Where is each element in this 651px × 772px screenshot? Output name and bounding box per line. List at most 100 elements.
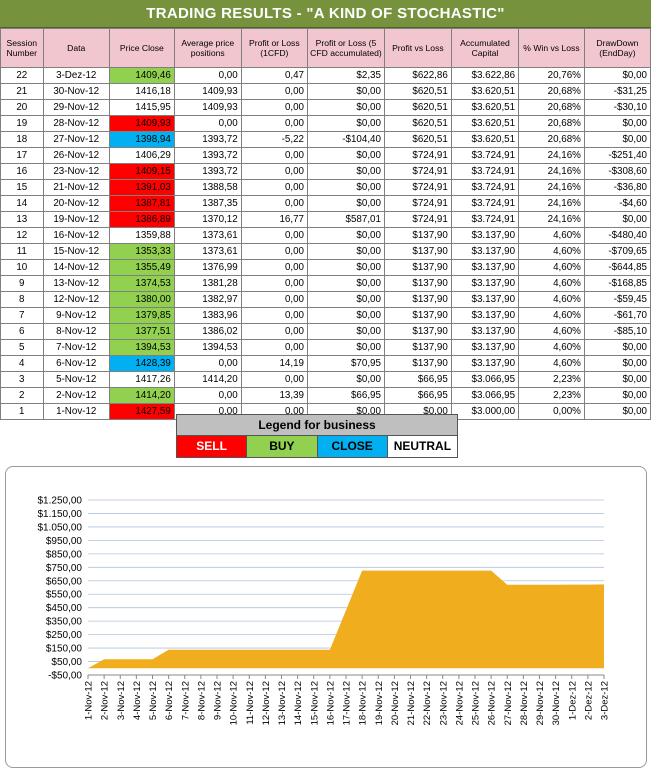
results-table: Session Number Data Price Close Average pri… — [0, 28, 651, 420]
accumulated-capital-cell: $3.622,86 — [450, 67, 520, 84]
x-tick-label: 1-Nov-12 — [84, 681, 95, 720]
price-close-cell: 1391,03 — [108, 179, 175, 196]
drawdown-cell: $0,00 — [583, 371, 651, 388]
date-cell: 13-Nov-12 — [42, 275, 110, 292]
avg-price-cell: 1376,99 — [173, 259, 242, 276]
profit-vs-loss-cell: $137,90 — [383, 339, 452, 356]
y-tick-label: $1.150,00 — [38, 509, 83, 520]
x-tick-label: 30-Nov-12 — [551, 681, 562, 725]
price-close-cell: 1394,53 — [108, 339, 175, 356]
table-row: 21 30-Nov-12 1416,18 1409,93 0,00 $0,00 $620,5… — [0, 83, 651, 100]
win-vs-loss-cell: 24,16% — [518, 195, 585, 212]
avg-price-cell: 1386,02 — [173, 323, 242, 340]
session-cell: 19 — [0, 115, 44, 132]
win-vs-loss-cell: 4,60% — [518, 275, 585, 292]
drawdown-cell: -$61,70 — [583, 307, 651, 324]
profit-loss-1cfd-cell: 0,47 — [240, 67, 309, 84]
profit-loss-1cfd-cell: 0,00 — [240, 371, 309, 388]
x-tick-label: 18-Nov-12 — [358, 681, 369, 725]
accumulated-capital-cell: $3.724,91 — [450, 211, 520, 228]
win-vs-loss-cell: 4,60% — [518, 291, 585, 308]
accumulated-capital-cell: $3.066,95 — [450, 371, 520, 388]
win-vs-loss-cell: 20,68% — [518, 83, 585, 100]
profit-loss-5cfd-cell: $0,00 — [307, 259, 385, 276]
table-row: 22 3-Dez-12 1409,46 0,00 0,47 $2,35 $622,86 $3.… — [0, 67, 651, 84]
profit-loss-1cfd-cell: 0,00 — [240, 291, 309, 308]
avg-price-cell: 1393,72 — [173, 163, 242, 180]
drawdown-cell: $0,00 — [583, 339, 651, 356]
date-cell: 20-Nov-12 — [42, 195, 110, 212]
drawdown-cell: $0,00 — [583, 67, 651, 84]
column-header: Profit or Loss (5 CFD accumulated) — [307, 28, 385, 68]
column-header: Session Number — [0, 28, 44, 68]
table-row: 2 2-Nov-12 1414,20 0,00 13,39 $66,95 $66,95 $3.… — [0, 387, 651, 404]
y-tick-label: -$50,00 — [48, 671, 82, 682]
drawdown-cell: $0,00 — [583, 403, 651, 420]
date-cell: 5-Nov-12 — [42, 371, 110, 388]
profit-vs-loss-cell: $724,91 — [383, 179, 452, 196]
drawdown-cell: -$709,65 — [583, 243, 651, 260]
x-tick-label: 5-Nov-12 — [148, 681, 159, 720]
x-tick-label: 6-Nov-12 — [164, 681, 175, 720]
price-close-cell: 1409,46 — [108, 67, 175, 84]
column-header: Price Close — [108, 28, 175, 68]
price-close-cell: 1380,00 — [108, 291, 175, 308]
profit-loss-1cfd-cell: 0,00 — [240, 307, 309, 324]
profit-loss-1cfd-cell: 14,19 — [240, 355, 309, 372]
date-cell: 8-Nov-12 — [42, 323, 110, 340]
price-close-cell: 1416,18 — [108, 83, 175, 100]
profit-vs-loss-cell: $66,95 — [383, 387, 452, 404]
table-row: 13 19-Nov-12 1386,89 1370,12 16,77 $587,01 $72… — [0, 211, 651, 228]
y-tick-label: $1.250,00 — [38, 496, 83, 507]
y-tick-label: $550,00 — [46, 590, 83, 601]
date-cell: 7-Nov-12 — [42, 339, 110, 356]
table-row: 6 8-Nov-12 1377,51 1386,02 0,00 $0,00 $137,90 $… — [0, 323, 651, 340]
accumulated-capital-cell: $3.137,90 — [450, 227, 520, 244]
profit-vs-loss-cell: $137,90 — [383, 259, 452, 276]
profit-loss-5cfd-cell: $0,00 — [307, 227, 385, 244]
win-vs-loss-cell: 20,68% — [518, 131, 585, 148]
profit-loss-5cfd-cell: $0,00 — [307, 307, 385, 324]
profit-loss-1cfd-cell: 0,00 — [240, 99, 309, 116]
price-close-cell: 1398,94 — [108, 131, 175, 148]
session-cell: 21 — [0, 83, 44, 100]
win-vs-loss-cell: 0,00% — [518, 403, 585, 420]
session-cell: 11 — [0, 243, 44, 260]
date-cell: 23-Nov-12 — [42, 163, 110, 180]
session-cell: 6 — [0, 323, 44, 340]
drawdown-cell: -$36,80 — [583, 179, 651, 196]
y-tick-label: $250,00 — [46, 630, 83, 641]
chart-container: -$50,00 $50,00 $150,00 $250,00 $350,00 $450,0… — [5, 466, 647, 768]
drawdown-cell: -$59,45 — [583, 291, 651, 308]
profit-loss-5cfd-cell: $587,01 — [307, 211, 385, 228]
profit-vs-loss-cell: $620,51 — [383, 115, 452, 132]
win-vs-loss-cell: 4,60% — [518, 355, 585, 372]
accumulated-capital-cell: $3.137,90 — [450, 307, 520, 324]
profit-loss-1cfd-cell: 0,00 — [240, 83, 309, 100]
profit-loss-5cfd-cell: $0,00 — [307, 99, 385, 116]
y-tick-label: $1.050,00 — [38, 522, 83, 533]
profit-loss-5cfd-cell: -$104,40 — [307, 131, 385, 148]
x-tick-label: 3-Nov-12 — [116, 681, 127, 720]
win-vs-loss-cell: 2,23% — [518, 387, 585, 404]
date-cell: 21-Nov-12 — [42, 179, 110, 196]
legend-buy: BUY — [247, 436, 318, 457]
x-tick-label: 3-Dez-12 — [600, 681, 611, 720]
x-tick-label: 1-Dez-12 — [567, 681, 578, 720]
price-close-cell: 1409,93 — [108, 115, 175, 132]
session-cell: 15 — [0, 179, 44, 196]
legend-row: SELL BUY CLOSE NEUTRAL — [177, 436, 457, 457]
accumulated-capital-cell: $3.620,51 — [450, 99, 520, 116]
price-close-cell: 1409,15 — [108, 163, 175, 180]
win-vs-loss-cell: 20,68% — [518, 115, 585, 132]
x-tick-label: 10-Nov-12 — [229, 681, 240, 725]
win-vs-loss-cell: 24,16% — [518, 163, 585, 180]
x-tick-label: 19-Nov-12 — [374, 681, 385, 725]
profit-loss-5cfd-cell: $66,95 — [307, 387, 385, 404]
profit-loss-5cfd-cell: $0,00 — [307, 371, 385, 388]
legend-close: CLOSE — [317, 436, 388, 457]
profit-loss-5cfd-cell: $0,00 — [307, 147, 385, 164]
win-vs-loss-cell: 4,60% — [518, 323, 585, 340]
win-vs-loss-cell: 4,60% — [518, 227, 585, 244]
session-cell: 17 — [0, 147, 44, 164]
